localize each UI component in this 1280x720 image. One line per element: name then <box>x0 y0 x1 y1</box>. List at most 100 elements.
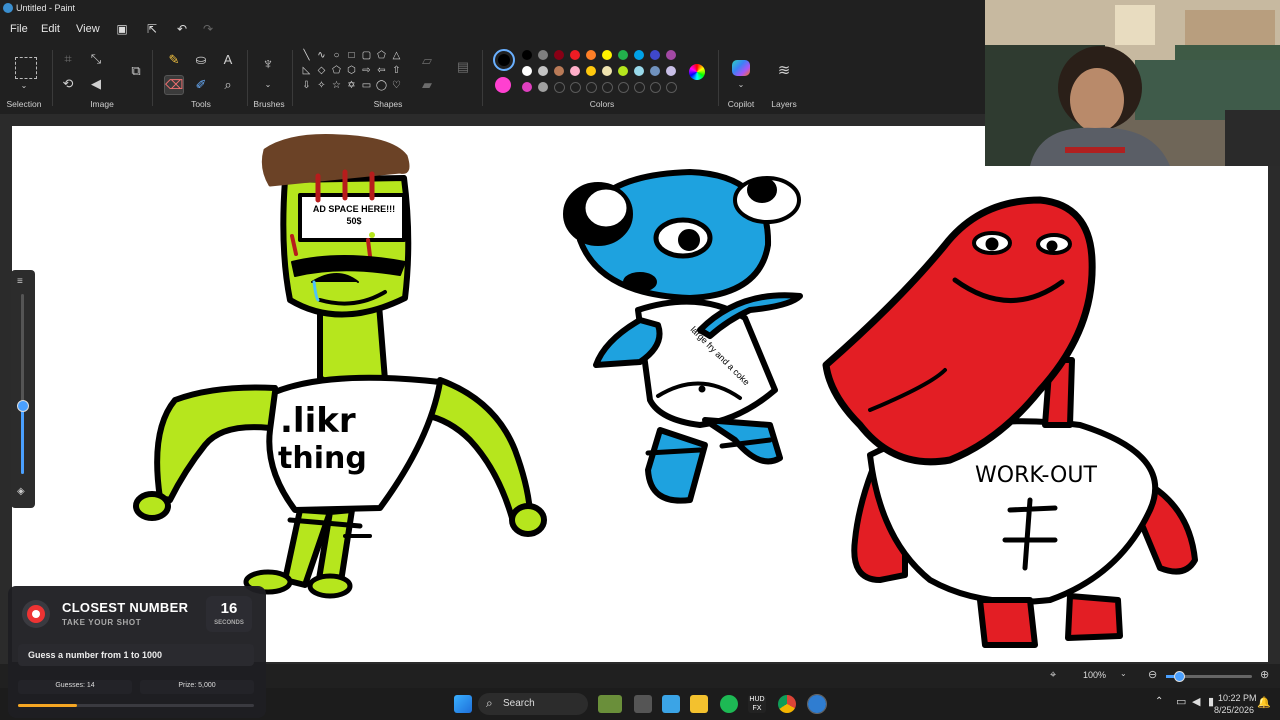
secondary-color[interactable] <box>495 77 511 93</box>
pencil-icon[interactable]: ✎ <box>165 51 183 69</box>
zoom-level[interactable]: 100% <box>1083 670 1106 680</box>
zoom-out-icon[interactable]: ⊖ <box>1148 668 1157 681</box>
arrow-up-shape-icon[interactable]: ⇧ <box>390 64 403 77</box>
color-swatch[interactable] <box>522 82 532 92</box>
eraser-icon[interactable]: ⌫ <box>164 75 184 95</box>
arrow-right-shape-icon[interactable]: ⇨ <box>360 64 373 77</box>
flip-icon[interactable]: ◀ <box>87 75 105 93</box>
color-swatch[interactable] <box>538 50 548 60</box>
undo-icon[interactable]: ↶ <box>174 21 190 37</box>
text-icon[interactable]: A <box>219 51 237 69</box>
color-swatch[interactable] <box>522 66 532 76</box>
magnifier-icon[interactable]: ⌕ <box>219 76 237 94</box>
zoom-slider-thumb[interactable] <box>1174 671 1185 682</box>
paint-taskbar-icon[interactable] <box>807 694 827 714</box>
selection-icon[interactable] <box>15 57 37 79</box>
color-swatch[interactable] <box>634 66 644 76</box>
color-swatch[interactable] <box>666 50 676 60</box>
color-swatch[interactable] <box>522 50 532 60</box>
task-view-icon[interactable] <box>634 695 652 713</box>
zoom-in-icon[interactable]: ⊕ <box>1260 668 1269 681</box>
color-swatch[interactable] <box>666 82 677 93</box>
polygon-shape-icon[interactable]: ⬠ <box>375 49 388 62</box>
shape-style-icon[interactable]: ▤ <box>454 58 472 76</box>
shapes-gallery[interactable]: ╲ ∿ ○ □ ▢ ⬠ △ ◺ ◇ ⬠ ⬡ ⇨ ⇦ ⇧ ⇩ ✧ ☆ ✡ ▭ ◯ … <box>300 49 410 97</box>
fill-shape-icon[interactable]: ▰ <box>418 76 436 94</box>
color-swatch[interactable] <box>602 50 612 60</box>
color-swatch[interactable] <box>634 50 644 60</box>
arrow-left-shape-icon[interactable]: ⇦ <box>375 64 388 77</box>
color-swatch[interactable] <box>554 50 564 60</box>
color-swatch[interactable] <box>570 66 580 76</box>
fit-to-window-icon[interactable]: ⌖ <box>1050 669 1056 682</box>
zoom-slider-thumb[interactable] <box>17 400 29 412</box>
menu-view[interactable]: View <box>76 16 100 42</box>
notepad-icon[interactable] <box>662 695 680 713</box>
curve-shape-icon[interactable]: ∿ <box>315 49 328 62</box>
star4-shape-icon[interactable]: ✧ <box>315 79 328 92</box>
share-icon[interactable]: ⇱ <box>144 21 160 37</box>
color-swatch[interactable] <box>586 66 596 76</box>
color-swatch[interactable] <box>570 50 580 60</box>
zoom-top-icon[interactable]: ≡ <box>17 276 23 287</box>
taskbar-search[interactable]: ⌕ Search <box>478 693 588 715</box>
color-swatch[interactable] <box>538 66 548 76</box>
redo-icon[interactable]: ↷ <box>200 21 216 37</box>
star5-shape-icon[interactable]: ☆ <box>330 79 343 92</box>
network-icon[interactable]: ▭ <box>1176 695 1186 708</box>
color-swatch[interactable] <box>666 66 676 76</box>
image-select-icon[interactable]: ⧉ <box>127 62 145 80</box>
chevron-down-icon[interactable]: ⌄ <box>259 76 277 94</box>
color-swatch[interactable] <box>538 82 548 92</box>
save-icon[interactable]: ▣ <box>114 21 130 37</box>
brush-icon[interactable]: ♆ <box>259 56 277 74</box>
drawing-canvas[interactable]: AD SPACE HERE!!! 50$ .likr thing large f… <box>12 126 1268 662</box>
zoom-slider-track[interactable] <box>21 294 24 474</box>
menu-edit[interactable]: Edit <box>41 16 60 42</box>
widgets-icon[interactable] <box>598 695 622 713</box>
resize-icon[interactable]: ⤡ <box>87 50 105 68</box>
diamond-shape-icon[interactable]: ◇ <box>315 64 328 77</box>
color-swatch[interactable] <box>650 82 661 93</box>
arrow-down-shape-icon[interactable]: ⇩ <box>300 79 313 92</box>
layers-icon[interactable]: ≋ <box>775 62 793 80</box>
rectangle-shape-icon[interactable]: □ <box>345 49 358 62</box>
color-swatch[interactable] <box>602 66 612 76</box>
color-swatch[interactable] <box>586 50 596 60</box>
color-picker-icon[interactable]: ✐ <box>192 76 210 94</box>
chevron-down-icon[interactable]: ⌄ <box>1120 669 1127 678</box>
color-swatch[interactable] <box>586 82 597 93</box>
primary-color[interactable] <box>493 49 515 71</box>
heart-shape-icon[interactable]: ♡ <box>390 79 403 92</box>
chevron-down-icon[interactable]: ⌄ <box>15 77 33 95</box>
pentagon-shape-icon[interactable]: ⬠ <box>330 64 343 77</box>
hud-icon[interactable]: HUD FX <box>748 695 766 713</box>
chevron-down-icon[interactable]: ⌄ <box>732 76 750 94</box>
color-swatch[interactable] <box>650 66 660 76</box>
color-swatch[interactable] <box>554 66 564 76</box>
right-triangle-shape-icon[interactable]: ◺ <box>300 64 313 77</box>
volume-icon[interactable]: ◀ <box>1192 695 1200 708</box>
start-icon[interactable] <box>454 695 472 713</box>
clock-date[interactable]: 8/25/2026 <box>1214 705 1254 715</box>
color-swatch[interactable] <box>650 50 660 60</box>
fit-icon[interactable]: ◈ <box>17 486 25 497</box>
spotify-icon[interactable] <box>720 695 738 713</box>
clock-time[interactable]: 10:22 PM <box>1218 693 1257 703</box>
file-explorer-icon[interactable] <box>690 695 708 713</box>
notification-icon[interactable]: 🔔 <box>1257 696 1271 709</box>
color-swatch[interactable] <box>618 50 628 60</box>
chrome-icon[interactable] <box>778 695 796 713</box>
triangle-shape-icon[interactable]: △ <box>390 49 403 62</box>
color-swatch[interactable] <box>570 82 581 93</box>
outline-icon[interactable]: ▱ <box>418 52 436 70</box>
rotate-icon[interactable]: ⟲ <box>59 75 77 93</box>
crop-icon[interactable]: ⌗ <box>59 50 77 68</box>
color-swatch[interactable] <box>554 82 565 93</box>
tray-chevron-icon[interactable]: ⌃ <box>1155 696 1163 707</box>
line-shape-icon[interactable]: ╲ <box>300 49 313 62</box>
menu-file[interactable]: File <box>10 16 28 42</box>
copilot-icon[interactable] <box>732 60 750 76</box>
color-swatch[interactable] <box>602 82 613 93</box>
callout-oval-shape-icon[interactable]: ◯ <box>375 79 388 92</box>
